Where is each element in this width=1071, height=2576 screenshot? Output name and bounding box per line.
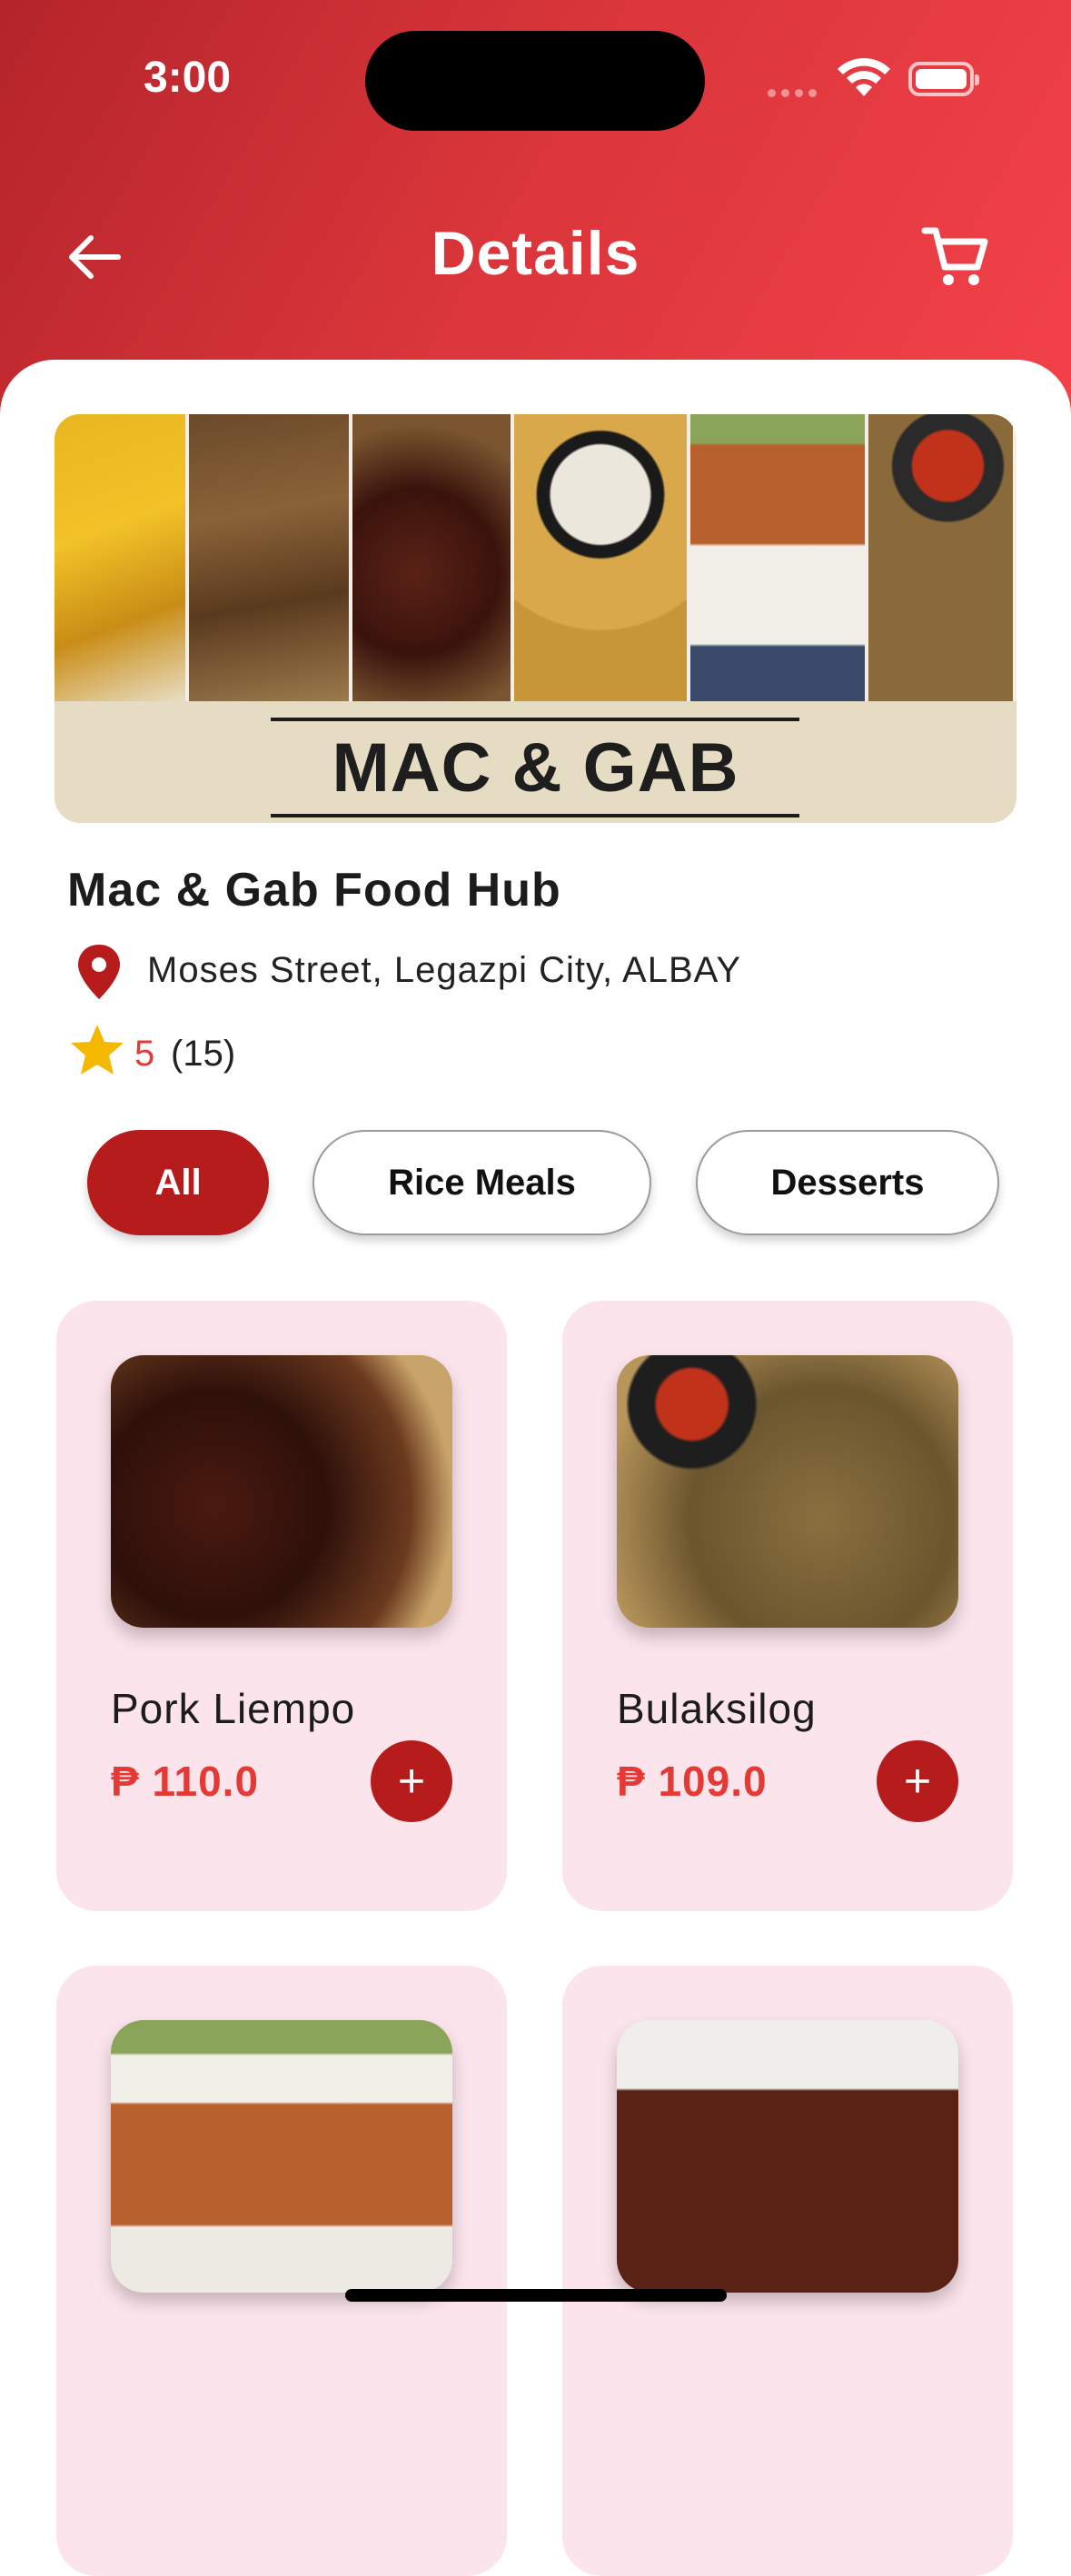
add-to-cart-button[interactable]: +	[877, 1740, 958, 1822]
product-price: ₱ 109.0	[617, 1758, 768, 1805]
product-image	[111, 1355, 452, 1628]
home-indicator	[345, 2289, 727, 2302]
banner-brand-text: MAC & GAB	[332, 729, 739, 807]
store-banner-image: MAC & GAB	[55, 414, 1016, 823]
product-card[interactable]: Bulaksilog ₱ 109.0 +	[562, 1301, 1013, 1911]
product-image	[617, 1355, 958, 1628]
dynamic-island	[365, 31, 705, 131]
page-title: Details	[431, 219, 640, 288]
product-price: ₱ 110.0	[111, 1758, 260, 1805]
product-name: Bulaksilog	[617, 1685, 817, 1732]
review-count: (15)	[171, 1034, 236, 1074]
plus-icon: +	[903, 1755, 932, 1808]
wifi-icon	[838, 57, 890, 96]
product-image	[111, 2020, 452, 2293]
product-card[interactable]: Pork Liempo ₱ 110.0 +	[56, 1301, 507, 1911]
add-to-cart-button[interactable]: +	[371, 1740, 452, 1822]
store-name: Mac & Gab Food Hub	[67, 864, 561, 916]
cellular-signal-icon	[768, 85, 822, 102]
product-image	[617, 2020, 958, 2293]
store-address: Moses Street, Legazpi City, ALBAY	[147, 950, 742, 990]
shopping-cart-icon[interactable]	[917, 220, 990, 292]
category-chip-desserts[interactable]: Desserts	[696, 1130, 999, 1235]
status-time: 3:00	[144, 54, 232, 102]
category-chip-all[interactable]: All	[87, 1130, 269, 1235]
battery-icon	[908, 62, 979, 96]
product-card[interactable]	[56, 1966, 507, 2576]
map-pin-icon	[78, 945, 120, 999]
category-chip-rice-meals[interactable]: Rice Meals	[312, 1130, 651, 1235]
rating-value: 5	[134, 1034, 155, 1074]
product-name: Pork Liempo	[111, 1685, 356, 1732]
plus-icon: +	[397, 1755, 426, 1808]
product-card[interactable]	[562, 1966, 1013, 2576]
star-icon	[71, 1025, 124, 1075]
food-collage	[55, 414, 1016, 701]
